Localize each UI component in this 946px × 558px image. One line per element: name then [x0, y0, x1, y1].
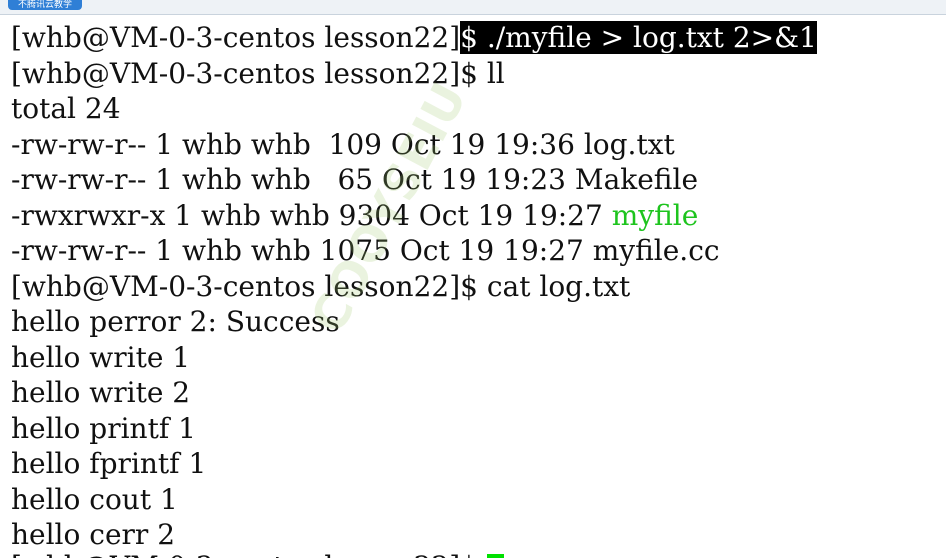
shell-prompt: [whb@VM-0-3-centos lesson22] [11, 550, 460, 558]
command-text: $ ll [460, 57, 505, 90]
file-listing-row: -rw-rw-r-- 1 whb whb 109 Oct 19 19:36 lo… [11, 127, 675, 163]
shell-prompt: [whb@VM-0-3-centos lesson22] [11, 21, 461, 54]
file-name: myfile.cc [592, 234, 720, 267]
terminal-line-output: hello write 1 [11, 341, 191, 374]
file-attributes: -rwxrwxr-x 1 whb whb 9304 Oct 19 19:27 [11, 199, 612, 232]
terminal-output[interactable]: [whb@VM-0-3-centos lesson22]$ ./myfile >… [0, 16, 946, 558]
shell-prompt: [whb@VM-0-3-centos lesson22] [11, 270, 461, 303]
file-attributes: -rw-rw-r-- 1 whb whb 109 Oct 19 19:36 [11, 128, 584, 161]
terminal-line-output: hello cerr 2 [11, 518, 176, 551]
file-name: Makefile [574, 163, 699, 196]
selected-command-text[interactable]: $ ./myfile > log.txt 2>&1 [460, 21, 817, 54]
terminal-line-command: [whb@VM-0-3-centos lesson22]$ ll [11, 56, 505, 92]
terminal-line-output: hello printf 1 [11, 412, 196, 445]
terminal-line-command: [whb@VM-0-3-centos lesson22]$ cat log.tx… [11, 269, 630, 305]
window-tab[interactable]: 不腾讯云教学 [8, 0, 83, 10]
terminal-line-command: [whb@VM-0-3-centos lesson22]$ ./myfile >… [11, 20, 817, 56]
shell-prompt: [whb@VM-0-3-centos lesson22] [11, 57, 461, 90]
file-attributes: -rw-rw-r-- 1 whb whb 1075 Oct 19 19:27 [11, 234, 593, 267]
terminal-line-output: hello write 2 [11, 376, 191, 409]
command-text: $ cat log.txt [460, 270, 631, 303]
terminal-line-prompt: [whb@VM-0-3-centos lesson22]$ [11, 549, 504, 558]
text-cursor [486, 554, 504, 558]
terminal-line-output: total 24 [11, 92, 121, 125]
window-top-bar: 不腾讯云教学 [0, 0, 946, 15]
file-listing-row: -rw-rw-r-- 1 whb whb 1075 Oct 19 19:27 m… [11, 233, 720, 269]
terminal-line-output: hello cout 1 [11, 483, 178, 516]
terminal-line-output: hello perror 2: Success [11, 305, 340, 338]
executable-file-name: myfile [611, 199, 699, 232]
file-name: log.txt [583, 128, 675, 161]
command-text: $ [460, 550, 487, 558]
file-listing-row: -rwxrwxr-x 1 whb whb 9304 Oct 19 19:27 m… [11, 198, 698, 234]
terminal-line-output: hello fprintf 1 [11, 447, 207, 480]
file-listing-row: -rw-rw-r-- 1 whb whb 65 Oct 19 19:23 Mak… [11, 162, 698, 198]
file-attributes: -rw-rw-r-- 1 whb whb 65 Oct 19 19:23 [11, 163, 575, 196]
